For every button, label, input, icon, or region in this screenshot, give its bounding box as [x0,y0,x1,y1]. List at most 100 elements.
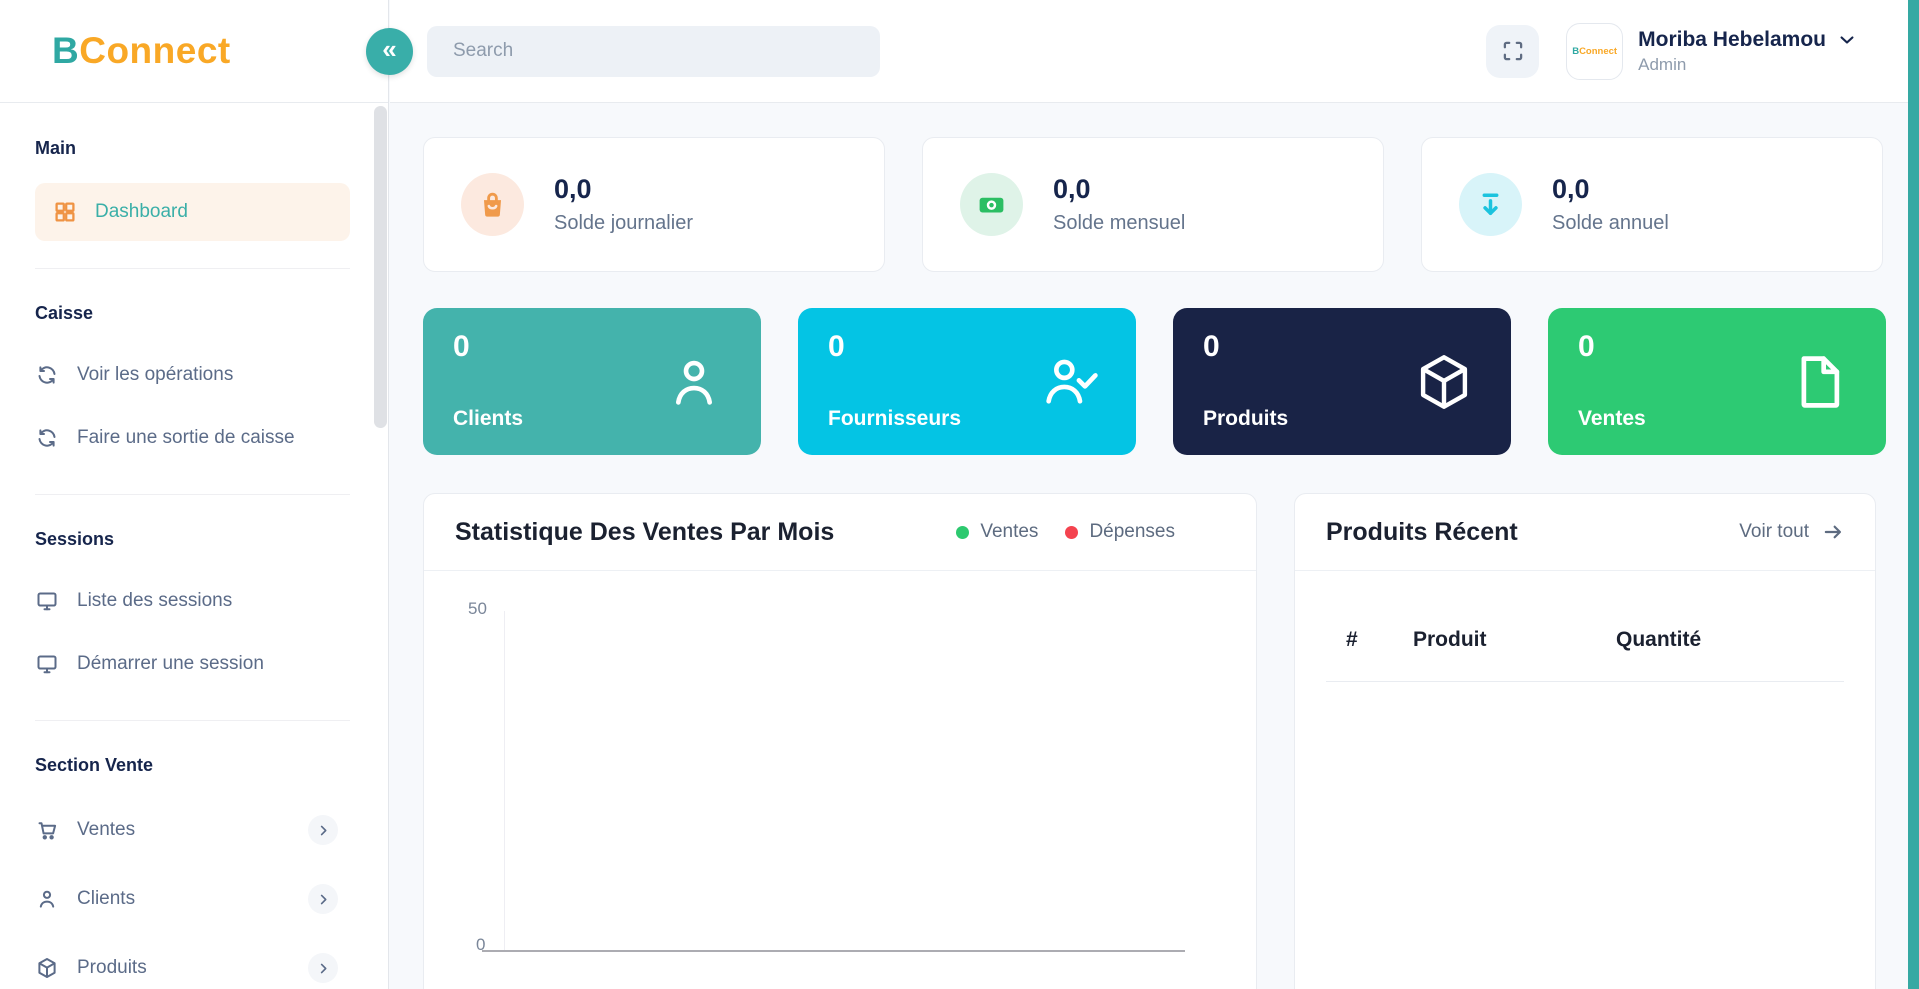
sidebar-item-label: Produits [77,957,147,978]
arrow-right-icon [1822,521,1844,543]
logo-part-connect: Connect [79,30,231,71]
banknote-icon [960,173,1023,236]
chart-title: Statistique Des Ventes Par Mois [455,517,835,546]
metric-label: Fournisseurs [828,407,962,430]
sidebar-item-label: Ventes [77,819,136,840]
sidebar-item-clients[interactable]: Clients [35,884,350,914]
sidebar-collapse-button[interactable]: « [366,28,413,75]
legend-item-depenses[interactable]: Dépenses [1065,521,1175,543]
recent-products-title: Produits Récent [1326,517,1518,546]
sidebar-item-demarrer-une-session[interactable]: Démarrer une session [35,652,350,676]
chevron-right-icon [308,815,338,845]
sidebar-scrollbar[interactable] [374,106,387,428]
nav-section-heading-caisse: Caisse [35,303,94,323]
metric-value: 0 [1578,330,1595,363]
sales-chart-card: Statistique Des Ventes Par Mois Ventes D… [423,493,1257,989]
app-logo[interactable]: BConnect [52,30,231,72]
cube-icon [35,956,59,980]
metric-card-produits: 0 Produits [1173,308,1511,455]
x-axis-line [482,950,1185,952]
user-role: Admin [1638,54,1687,74]
sidebar-item-produits[interactable]: Produits [35,953,350,983]
recent-products-header: Produits Récent Voir tout [1295,494,1875,571]
sync-icon [35,363,59,387]
legend-label: Ventes [980,521,1039,542]
double-chevron-left-icon: « [382,34,397,64]
sidebar-item-label: Liste des sessions [77,590,233,611]
sidebar-item-voir-les-operations[interactable]: Voir les opérations [35,363,350,387]
sidebar-item-label: Clients [77,888,136,909]
stat-card-solde-journalier: 0,0 Solde journalier [423,137,885,272]
see-all-link[interactable]: Voir tout [1739,521,1844,543]
top-header: « BConnect Moriba Hebelamou Admin [366,0,1919,103]
stat-label: Solde journalier [554,212,693,234]
monitor-icon [35,652,59,676]
user-name: Moriba Hebelamou [1638,27,1826,51]
avatar-logo-connect: Connect [1579,45,1618,57]
column-header-index: # [1346,628,1358,651]
sidebar-item-label: Démarrer une session [77,653,264,674]
metric-card-clients: 0 Clients [423,308,761,455]
download-icon [1459,173,1522,236]
see-all-label: Voir tout [1739,521,1809,542]
y-axis-max-label: 50 [468,599,487,618]
sync-icon [35,426,59,450]
person-icon [661,349,727,415]
metric-value: 0 [1203,330,1220,363]
fullscreen-button[interactable] [1486,24,1540,78]
metric-label: Clients [453,407,524,430]
bag-icon [461,173,524,236]
sidebar-nav: Main Dashboard Caisse Voir les opération… [0,103,388,983]
stat-label: Solde mensuel [1053,212,1186,234]
header-right: BConnect Moriba Hebelamou Admin [1486,22,1857,80]
column-header-produit: Produit [1413,628,1487,651]
y-axis-min-label: 0 [476,935,486,954]
user-avatar[interactable]: BConnect [1566,22,1624,80]
stat-value: 0,0 [1053,174,1091,204]
column-header-quantite: Quantité [1616,628,1702,651]
stat-value: 0,0 [554,174,592,204]
stat-cards-row: 0,0 Solde journalier 0,0 Solde mensuel 0… [423,137,1919,272]
fullscreen-icon [1500,38,1526,64]
chart-header: Statistique Des Ventes Par Mois Ventes D… [424,494,1256,571]
legend-dot-red [1065,525,1079,539]
stat-label: Solde annuel [1552,212,1669,234]
bottom-row: Statistique Des Ventes Par Mois Ventes D… [423,493,1919,989]
logo-area: BConnect [0,0,388,103]
stat-card-solde-mensuel: 0,0 Solde mensuel [922,137,1384,272]
sidebar-item-dashboard[interactable]: Dashboard [35,183,350,241]
metric-value: 0 [828,330,845,363]
person-icon [35,887,59,911]
sidebar-item-liste-des-sessions[interactable]: Liste des sessions [35,589,350,613]
search-input[interactable] [427,25,880,77]
chart-plot-area: 50 0 [424,571,1256,989]
legend-item-ventes[interactable]: Ventes [956,521,1038,543]
stat-card-solde-annuel: 0,0 Solde annuel [1421,137,1883,272]
user-menu[interactable]: Moriba Hebelamou Admin [1638,28,1857,75]
nav-divider [35,494,350,495]
metric-card-ventes: 0 Ventes [1548,308,1886,455]
products-table-header: # Produit Quantité [1326,571,1844,682]
metric-card-fournisseurs: 0 Fournisseurs [798,308,1136,455]
nav-section-heading-section-vente: Section Vente [35,755,154,775]
nav-section-heading-main: Main [35,138,77,158]
legend-label: Dépenses [1089,521,1175,542]
chart-legend: Ventes Dépenses [956,521,1175,543]
sidebar-item-faire-une-sortie-de-caisse[interactable]: Faire une sortie de caisse [35,426,350,450]
chevron-right-icon [308,884,338,914]
cube-icon [1411,349,1477,415]
file-icon [1786,349,1852,415]
monitor-icon [35,589,59,613]
sidebar-item-ventes[interactable]: Ventes [35,815,350,845]
cart-icon [35,818,59,842]
person-check-icon [1036,349,1102,415]
app: { "brand": { "part1": "B", "part2": "Con… [0,0,1919,989]
metric-label: Produits [1203,407,1289,430]
page-scrollbar[interactable] [1908,0,1919,989]
chevron-down-icon [1837,30,1857,50]
nav-section-heading-sessions: Sessions [35,529,115,549]
metric-value: 0 [453,330,470,363]
sidebar: BConnect Main Dashboard Caisse Voir les … [0,0,389,989]
recent-products-panel: Produits Récent Voir tout # Produit Quan… [1294,493,1876,989]
y-axis-line [504,611,505,951]
